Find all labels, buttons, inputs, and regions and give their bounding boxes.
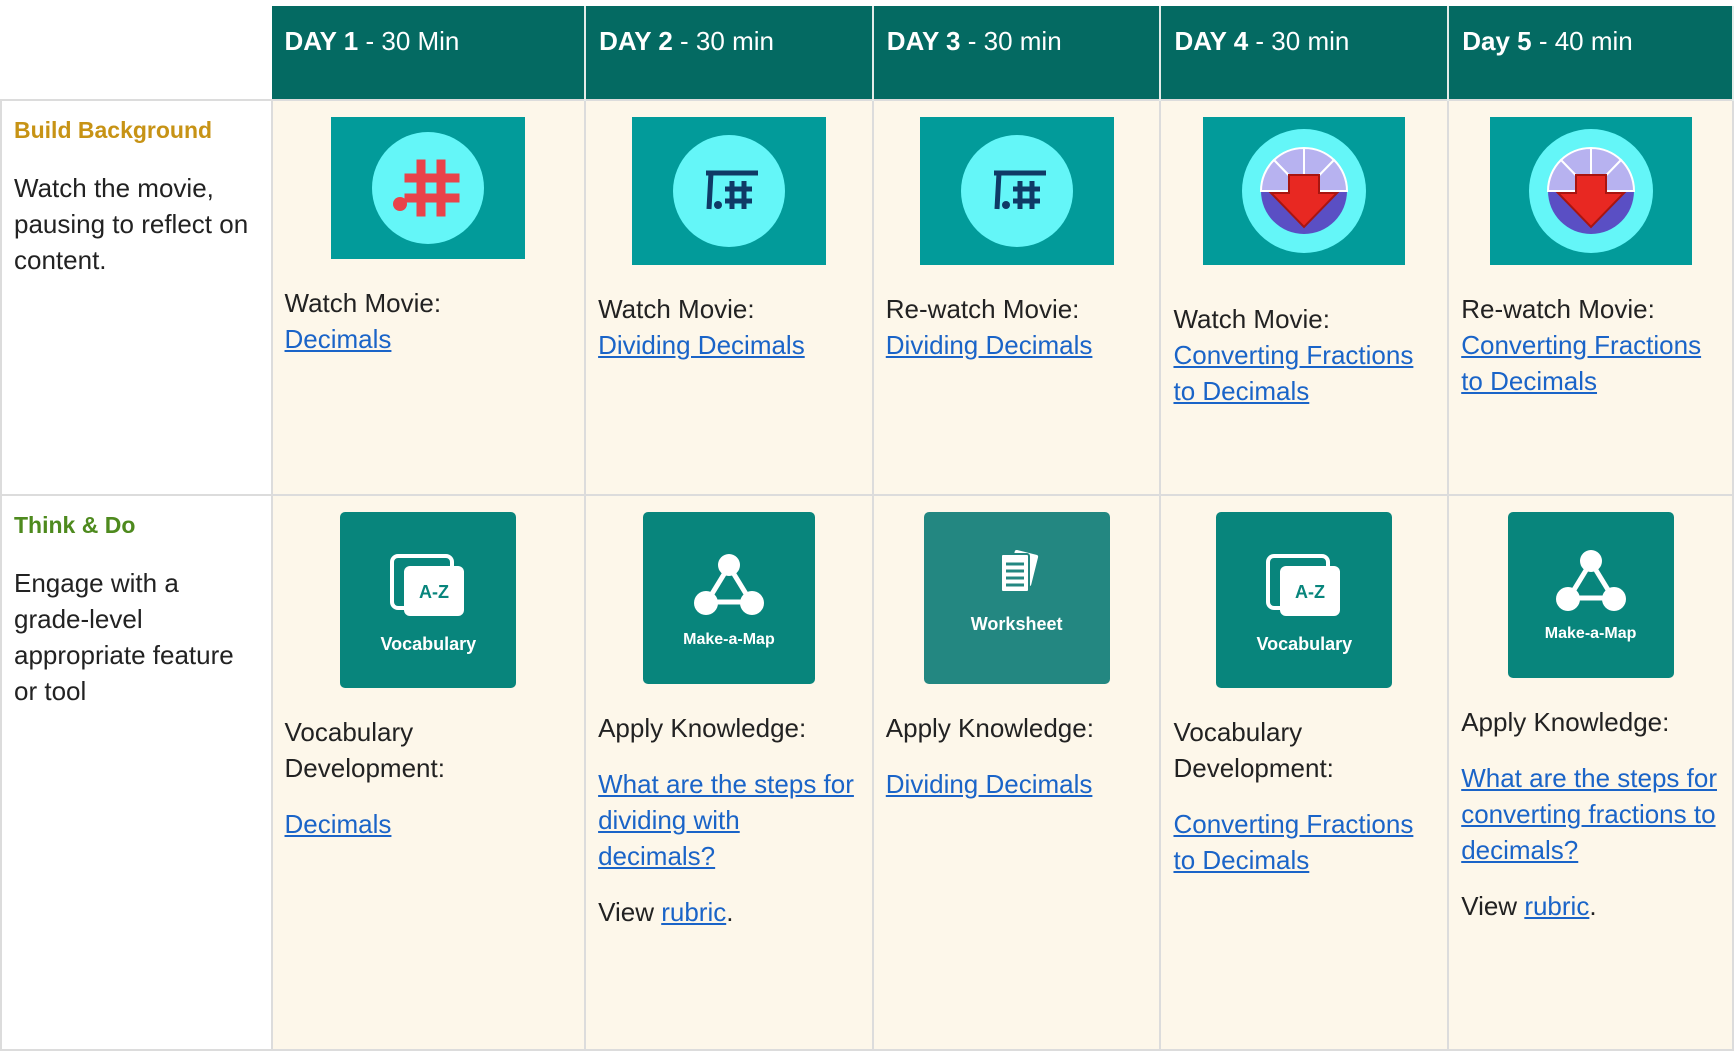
day-2-header: DAY 2 - 30 min [585, 0, 874, 100]
activity-prefix: Vocabulary Development: [1173, 717, 1334, 783]
build-day-2-cell: Watch Movie: Dividing Decimals [584, 99, 874, 496]
think-day-1-cell: A-Z Vocabulary Vocabulary Development: D… [270, 494, 587, 1051]
tool-label: Worksheet [970, 614, 1063, 634]
row-description: Engage with a grade-level appropriate fe… [14, 568, 234, 706]
worksheet-tool-button[interactable]: Worksheet [923, 512, 1110, 684]
think-day-3-cell: Worksheet Apply Knowledge: Dividing Deci… [871, 494, 1162, 1051]
movie-link[interactable]: Decimals [285, 324, 392, 354]
think-do-label-cell: Think & Do Engage with a grade-level app… [0, 494, 273, 1051]
period: . [726, 897, 734, 927]
tool-label: Make-a-Map [683, 631, 775, 648]
view-rubric: View rubric. [598, 894, 860, 930]
lesson-plan-table: DAY 1 - 30 Min DAY 2 - 30 min DAY 3 - 30… [0, 0, 1734, 1051]
tool-label: Vocabulary [1256, 634, 1353, 654]
day-1-header: DAY 1 - 30 Min [271, 0, 587, 100]
dividing-decimals-movie-icon[interactable] [631, 117, 826, 265]
day-duration: - 30 min [672, 26, 774, 56]
think-day-5-cell: Make-a-Map Apply Knowledge: What are the… [1447, 494, 1734, 1051]
day-label: Day 5 [1462, 26, 1532, 56]
worksheet-icon [999, 549, 1038, 593]
row-title: Build Background [14, 117, 213, 143]
activity-link[interactable]: Converting Fractions to Decimals [1173, 809, 1413, 875]
activity-prefix: Re-watch Movie: [1461, 294, 1655, 324]
day-5-header: Day 5 - 40 min [1448, 0, 1734, 100]
period: . [1589, 891, 1597, 921]
rubric-link[interactable]: rubric [1524, 891, 1589, 921]
day-duration: - 30 Min [358, 26, 460, 56]
view-text: View [598, 897, 662, 927]
fraction-pie-movie-icon[interactable] [1203, 117, 1406, 265]
dividing-decimals-movie-icon[interactable] [919, 117, 1114, 265]
view-rubric: View rubric. [1461, 888, 1720, 924]
activity-prefix: Re-watch Movie: [885, 294, 1080, 324]
day-duration: - 40 min [1531, 26, 1633, 56]
activity-prefix: Vocabulary Development: [284, 717, 445, 783]
flashcards-icon: A-Z [1266, 554, 1341, 616]
day-4-header: DAY 4 - 30 min [1160, 0, 1450, 100]
row-description: Watch the movie, pausing to reflect on c… [14, 173, 249, 275]
movie-link[interactable]: Converting Fractions to Decimals [1461, 330, 1701, 396]
think-day-4-cell: A-Z Vocabulary Vocabulary Development: C… [1159, 494, 1450, 1051]
make-a-map-tool-button[interactable]: Make-a-Map [642, 512, 815, 684]
view-text: View [1461, 891, 1525, 921]
vocabulary-tool-button[interactable]: A-Z Vocabulary [340, 512, 517, 688]
tool-glyph: A-Z [1295, 582, 1325, 602]
build-day-3-cell: Re-watch Movie: Dividing Decimals [871, 99, 1162, 496]
make-a-map-tool-button[interactable]: Make-a-Map [1507, 512, 1674, 678]
tool-glyph: A-Z [419, 582, 449, 602]
day-label: DAY 2 [599, 26, 673, 56]
movie-link[interactable]: Dividing Decimals [886, 330, 1093, 360]
think-day-2-cell: Make-a-Map Apply Knowledge: What are the… [584, 494, 874, 1051]
movie-link[interactable]: Converting Fractions to Decimals [1173, 340, 1413, 406]
tool-label: Make-a-Map [1544, 625, 1637, 642]
day-3-header: DAY 3 - 30 min [872, 0, 1162, 100]
day-label: DAY 3 [886, 26, 961, 56]
hashtag-movie-icon[interactable] [331, 117, 526, 259]
activity-prefix: Watch Movie: [598, 294, 755, 324]
network-map-icon [693, 554, 764, 615]
build-day-4-cell: Watch Movie: Converting Fractions to Dec… [1159, 99, 1450, 496]
day-duration: - 30 min [960, 26, 1062, 56]
activity-prefix: Apply Knowledge: [598, 713, 807, 743]
activity-prefix: Watch Movie: [1173, 304, 1330, 334]
flashcards-icon: A-Z [390, 554, 465, 616]
activity-link[interactable]: What are the steps for converting fracti… [1461, 763, 1717, 865]
activity-prefix: Apply Knowledge: [1461, 707, 1670, 737]
activity-link[interactable]: What are the steps for dividing with dec… [598, 769, 854, 871]
build-day-5-cell: Re-watch Movie: Converting Fractions to … [1447, 99, 1734, 496]
day-label: DAY 1 [284, 26, 359, 56]
rubric-link[interactable]: rubric [661, 897, 726, 927]
day-duration: - 30 min [1248, 26, 1350, 56]
corner-cell [1, 3, 272, 100]
build-background-label-cell: Build Background Watch the movie, pausin… [0, 99, 273, 496]
build-day-1-cell: Watch Movie: Decimals [270, 99, 587, 496]
activity-link[interactable]: Decimals [285, 809, 392, 839]
row-title: Think & Do [14, 512, 136, 538]
fraction-pie-movie-icon[interactable] [1489, 117, 1692, 265]
activity-prefix: Watch Movie: [284, 288, 442, 318]
day-label: DAY 4 [1174, 26, 1249, 56]
vocabulary-tool-button[interactable]: A-Z Vocabulary [1216, 512, 1393, 688]
tool-label: Vocabulary [380, 634, 477, 654]
network-map-icon [1555, 550, 1626, 611]
movie-link[interactable]: Dividing Decimals [598, 330, 805, 360]
activity-link[interactable]: Dividing Decimals [886, 769, 1093, 799]
activity-prefix: Apply Knowledge: [885, 713, 1094, 743]
